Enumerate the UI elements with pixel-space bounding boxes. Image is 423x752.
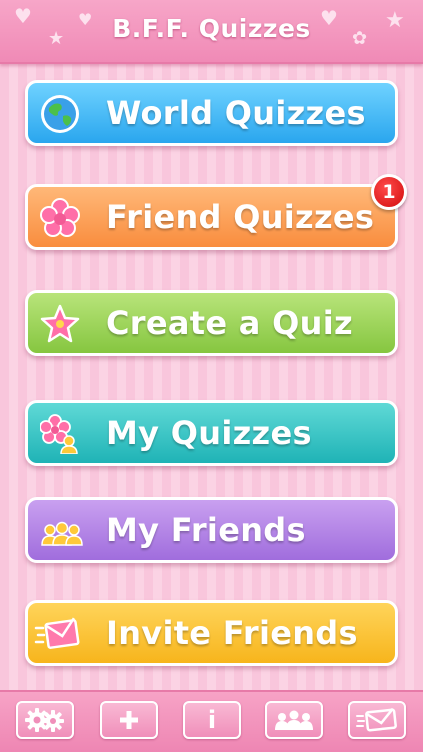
envelope-icon: [356, 707, 397, 732]
plus-icon: [120, 711, 138, 729]
star-icon: [40, 304, 80, 343]
flower-person-icon: [40, 414, 78, 454]
people-icon: [275, 710, 313, 730]
settings-button[interactable]: [16, 701, 74, 739]
invite-friends-label: Invite Friends: [106, 614, 358, 652]
invite-button[interactable]: [348, 701, 406, 739]
my-quizzes-button[interactable]: My Quizzes: [25, 400, 398, 466]
friend-quizzes-label: Friend Quizzes: [106, 198, 375, 236]
envelope-icon: [34, 617, 80, 649]
friends-button[interactable]: [265, 701, 323, 739]
create-quiz-label: Create a Quiz: [106, 304, 353, 342]
flower-icon: [40, 198, 80, 237]
world-quizzes-button[interactable]: World Quizzes: [25, 80, 398, 146]
my-friends-label: My Friends: [106, 511, 306, 549]
header-bar: ♥ ★ ♥ ♥ ✿ ★ B.F.F. Quizzes: [0, 0, 423, 64]
friend-quizzes-button[interactable]: Friend Quizzes: [25, 184, 398, 250]
info-label: i: [207, 706, 217, 734]
gears-icon: [25, 708, 64, 732]
my-friends-button[interactable]: My Friends: [25, 497, 398, 563]
info-button[interactable]: i: [183, 701, 241, 739]
notification-badge: 1: [371, 174, 407, 210]
create-quiz-button[interactable]: Create a Quiz: [25, 290, 398, 356]
bottom-toolbar: i: [0, 690, 423, 752]
add-button[interactable]: [100, 701, 158, 739]
invite-friends-button[interactable]: Invite Friends: [25, 600, 398, 666]
globe-icon: [41, 95, 79, 133]
world-quizzes-label: World Quizzes: [106, 94, 366, 132]
people-icon: [41, 521, 83, 546]
app-title: B.F.F. Quizzes: [112, 14, 311, 43]
my-quizzes-label: My Quizzes: [106, 414, 312, 452]
